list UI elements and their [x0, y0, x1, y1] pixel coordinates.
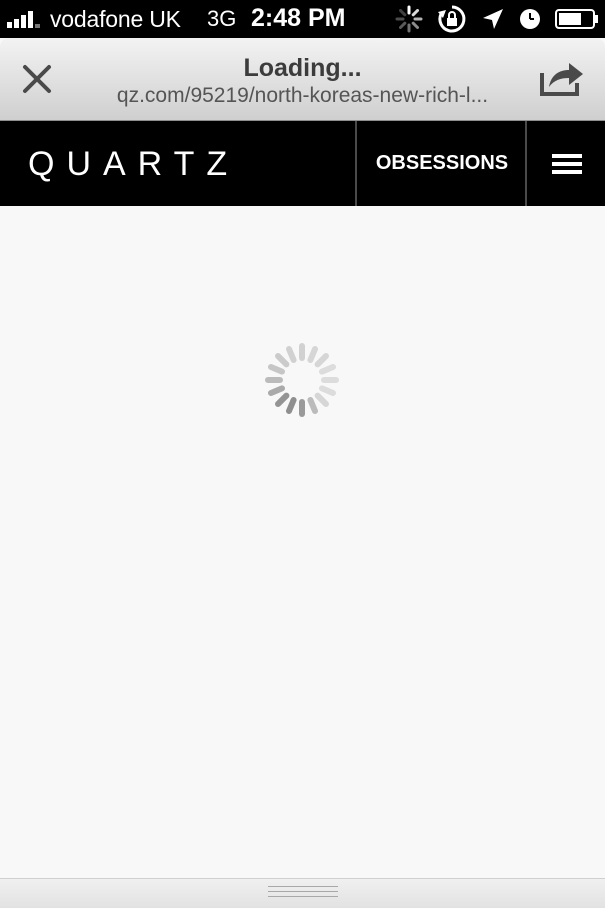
status-bar: vodafone UK 3G 2:48 PM [0, 0, 605, 38]
share-button[interactable] [535, 54, 589, 102]
menu-button[interactable] [528, 121, 605, 206]
close-button[interactable] [14, 56, 60, 102]
nav-divider [355, 121, 357, 206]
carrier-name: vodafone UK [50, 6, 181, 32]
bottom-toolbar [0, 878, 605, 908]
obsessions-link[interactable]: OBSESSIONS [358, 121, 526, 206]
page-title: Loading... [243, 54, 362, 82]
signal-bars-icon [7, 11, 40, 28]
page-url[interactable]: qz.com/95219/north-koreas-new-rich-l... [80, 82, 525, 110]
close-icon [23, 65, 51, 93]
browser-toolbar: Loading... qz.com/95219/north-koreas-new… [0, 38, 605, 121]
nav-divider [525, 121, 527, 206]
status-icons [381, 4, 599, 34]
status-time: 2:48 PM [251, 4, 346, 32]
network-type: 3G [207, 6, 237, 31]
share-icon [540, 63, 583, 96]
location-arrow-icon [481, 7, 505, 31]
page-content [0, 206, 605, 878]
loading-spinner-icon [265, 343, 339, 417]
toolbar-grab-handle[interactable] [268, 886, 338, 900]
activity-spinner-icon [395, 5, 423, 33]
hamburger-menu-icon [551, 153, 582, 174]
alarm-clock-icon [519, 8, 541, 30]
quartz-logo[interactable]: QUARTZ [28, 145, 239, 183]
site-header: QUARTZ OBSESSIONS [0, 121, 605, 206]
rotation-lock-icon [437, 4, 467, 34]
battery-icon [555, 8, 599, 30]
